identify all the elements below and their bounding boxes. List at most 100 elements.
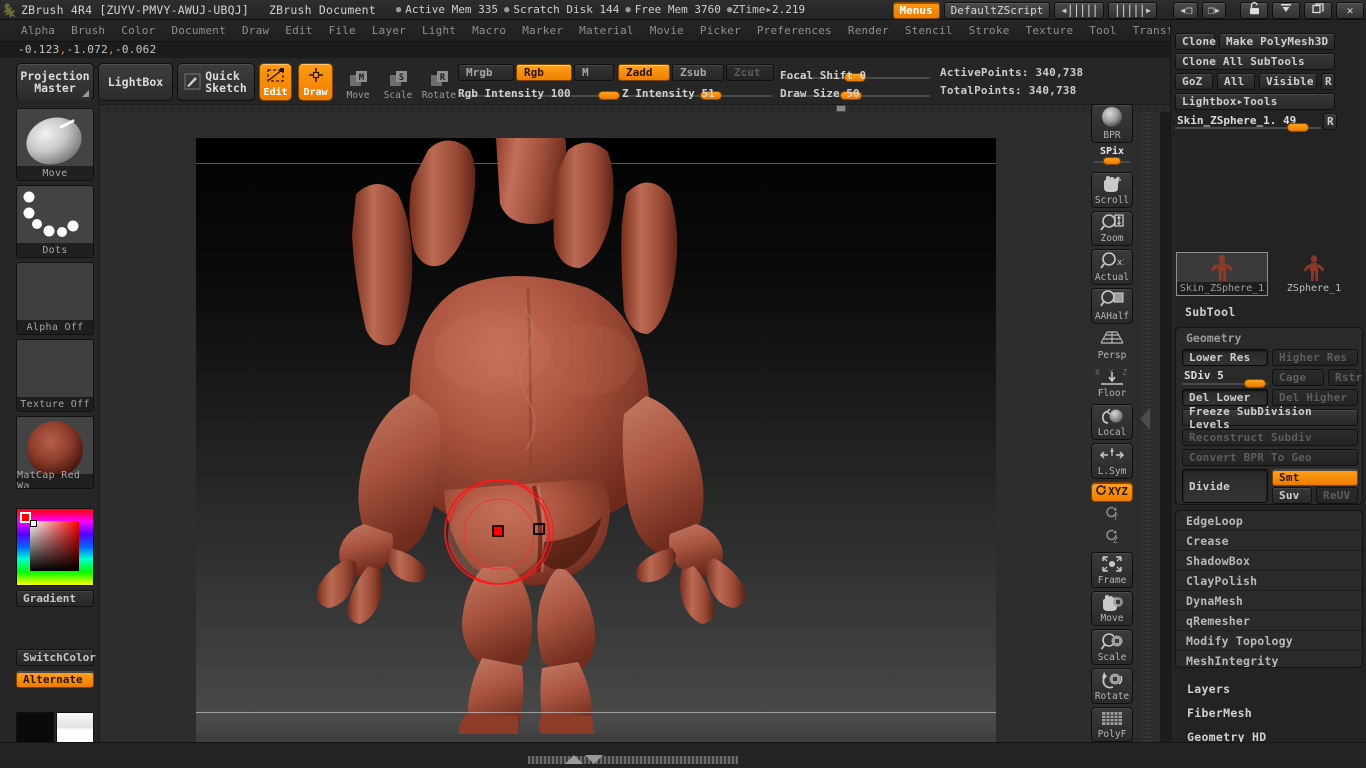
menu-document[interactable]: Document [164,22,233,39]
menu-texture[interactable]: Texture [1019,22,1081,39]
list-item-modify-topology[interactable]: Modify Topology [1176,631,1362,651]
scale-nav-button[interactable]: Scale [1091,629,1133,665]
clone-all-subtools-button[interactable]: Clone All SubTools [1175,53,1335,70]
minimize-button[interactable] [1272,1,1300,19]
list-item-qremesher[interactable]: qRemesher [1176,611,1362,631]
rotate-nav-button[interactable]: Rotate [1091,667,1133,704]
aahalf-button[interactable]: AAHalf [1091,288,1133,324]
actual-size-button[interactable]: x1 Actual [1091,249,1133,286]
texture-swatch[interactable]: Texture Off [16,339,94,412]
bottom-scroll-right-track[interactable] [608,756,738,764]
menu-file[interactable]: File [322,22,363,39]
section-fibermesh[interactable]: FiberMesh [1187,706,1252,720]
polyframe-button[interactable]: PolyF [1091,706,1133,743]
del-lower-button[interactable]: Del Lower [1182,389,1268,406]
list-item-crease[interactable]: Crease [1176,531,1362,551]
local-symmetry-button[interactable]: L.Sym [1091,443,1133,479]
scroll-down-arrow-icon[interactable] [585,755,603,764]
list-item-dynamesh[interactable]: DynaMesh [1176,591,1362,611]
menu-tool[interactable]: Tool [1082,22,1123,39]
geometry-section-header[interactable]: Geometry [1186,331,1241,345]
symmetry-xyz-button[interactable]: XYZ [1091,481,1133,502]
menu-stroke[interactable]: Stroke [962,22,1017,39]
list-item-edgeloop[interactable]: EdgeLoop [1176,511,1362,531]
rgb-toggle[interactable]: Rgb [516,64,572,81]
color-picker-cursor[interactable] [30,520,37,527]
freeze-subdivision-button[interactable]: Freeze SubDivision Levels [1182,405,1358,431]
persp-button[interactable]: Persp [1091,327,1133,363]
color-picker[interactable] [16,508,94,586]
higher-res-button[interactable]: Higher Res [1272,349,1358,366]
secondary-color-swatch[interactable] [56,712,94,745]
del-higher-button[interactable]: Del Higher [1272,389,1358,406]
alpha-swatch[interactable]: Alpha Off [16,262,94,335]
zscript-button[interactable]: DefaultZScript [943,1,1051,19]
menus-button[interactable]: Menus [892,1,940,19]
goz-r-button[interactable]: R [1321,73,1335,90]
right-tray-toggle-button[interactable]: ❐▸ [1201,1,1226,19]
cage-button[interactable]: Cage [1272,369,1324,386]
menu-edit[interactable]: Edit [278,22,319,39]
lightbox-button[interactable]: LightBox [98,63,173,101]
list-item-claypolish[interactable]: ClayPolish [1176,571,1362,591]
menu-preferences[interactable]: Preferences [750,22,839,39]
draw-mode-button[interactable]: Draw [298,63,333,101]
menu-stencil[interactable]: Stencil [898,22,960,39]
section-layers[interactable]: Layers [1187,682,1230,696]
lock-interface-button[interactable] [1240,1,1268,19]
lower-res-button[interactable]: Lower Res [1182,349,1268,366]
restore-button[interactable] [1304,1,1332,19]
color-picker-gradient-square[interactable] [30,521,79,571]
menu-render[interactable]: Render [841,22,896,39]
spix-slider[interactable]: SPix [1091,146,1133,168]
symmetry-y-button[interactable]: Y [1091,505,1133,526]
edit-mode-button[interactable]: Edit [259,63,292,101]
divide-button[interactable]: Divide [1182,469,1268,503]
menu-color[interactable]: Color [114,22,162,39]
reuv-button[interactable]: ReUV [1316,487,1358,504]
left-tray-toggle-button[interactable]: ◂❐ [1173,1,1198,19]
stroke-swatch[interactable]: Dots [16,185,94,258]
smt-button[interactable]: Smt [1272,469,1358,486]
menu-draw[interactable]: Draw [235,22,276,39]
scroll-right-tray-button[interactable]: |||||▸ [1107,1,1158,19]
current-tool-slider[interactable]: Skin_ZSphere_1. 49 [1175,113,1321,132]
quick-sketch-button[interactable]: Quick Sketch [177,63,255,101]
zoom-button[interactable]: Zoom [1091,210,1133,247]
scale-mode-button[interactable]: S Scale [380,63,416,101]
mrgb-toggle[interactable]: Mrgb [458,64,514,81]
tool-cell-skin-zsphere-1-small[interactable]: Skin_ZSphere_1 [1176,252,1268,296]
menu-picker[interactable]: Picker [693,22,748,39]
visible-button[interactable]: Visible [1259,73,1317,90]
zcut-toggle[interactable]: Zcut [726,64,774,81]
bpr-render-button[interactable]: BPR [1091,104,1133,144]
make-polymesh3d-button[interactable]: Make PolyMesh3D [1219,33,1335,50]
canvas-viewport[interactable] [196,138,996,744]
move-nav-button[interactable]: Move [1091,590,1133,627]
move-mode-button[interactable]: M Move [340,63,376,101]
menu-macro[interactable]: Macro [465,22,513,39]
list-item-meshintegrity[interactable]: MeshIntegrity [1176,651,1362,667]
rstr-button[interactable]: Rstr [1328,369,1362,386]
z-intensity-slider[interactable]: Z Intensity 51 [622,82,772,100]
focal-shift-slider[interactable]: Focal Shift 0 [780,64,930,82]
scroll-button[interactable]: Scroll [1091,171,1133,208]
reconstruct-subdiv-button[interactable]: Reconstruct Subdiv [1182,429,1358,446]
frame-button[interactable]: Frame [1091,551,1133,588]
symmetry-z-button[interactable]: Z [1091,528,1133,549]
goz-button[interactable]: GoZ [1175,73,1213,90]
all-button[interactable]: All [1217,73,1255,90]
lightbox-tools-button[interactable]: Lightbox▸Tools [1175,93,1335,110]
projection-master-button[interactable]: Projection Master [16,63,94,101]
brush-swatch[interactable]: Move [16,108,94,181]
clone-button[interactable]: Clone [1175,33,1216,50]
switch-color-button[interactable]: SwitchColor [16,649,96,666]
zsub-toggle[interactable]: Zsub [672,64,724,81]
gradient-button[interactable]: Gradient [16,590,94,607]
scroll-up-arrow-icon[interactable] [565,755,583,764]
material-swatch[interactable]: MatCap Red Wa [16,416,94,489]
rgb-intensity-slider[interactable]: Rgb Intensity 100 [458,82,620,100]
current-tool-r-button[interactable]: R [1323,113,1337,130]
m-toggle[interactable]: M [574,64,614,81]
alternate-button[interactable]: Alternate [16,671,94,688]
